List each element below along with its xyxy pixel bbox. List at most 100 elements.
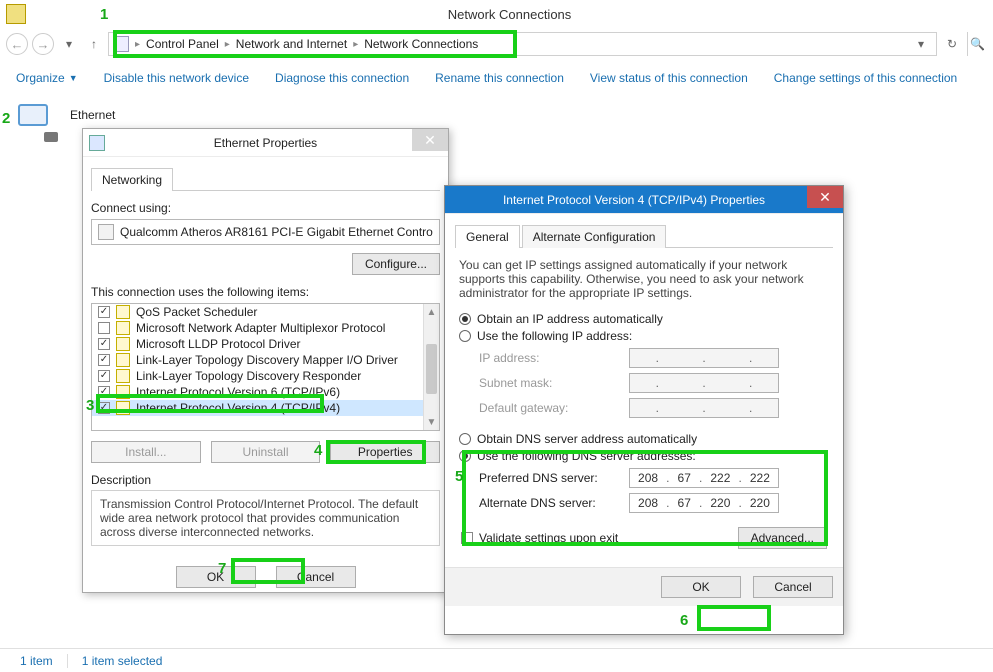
radio-label: Use the following DNS server addresses: [477,449,696,463]
ok-button[interactable]: OK [176,566,256,588]
protocol-label: Link-Layer Topology Discovery Responder [136,369,361,383]
addressbar-dropdown[interactable]: ▾ [910,33,932,55]
chevron-right-icon: ▸ [135,39,140,50]
nic-icon [98,224,114,240]
up-button[interactable]: ↑ [84,34,104,54]
alt-dns-field[interactable]: 208. 67. 220. 220 [629,493,779,513]
chevron-down-icon: ▼ [69,73,78,83]
history-dropdown[interactable]: ▾ [58,33,80,55]
window-title: Network Connections [26,7,993,22]
protocol-label: Internet Protocol Version 4 (TCP/IPv4) [136,401,340,415]
scroll-thumb[interactable] [426,344,437,394]
checkbox-icon[interactable] [98,386,110,398]
network-icon [89,135,105,151]
disable-device-link[interactable]: Disable this network device [104,71,249,85]
rename-link[interactable]: Rename this connection [435,71,564,85]
dialog-title: Internet Protocol Version 4 (TCP/IPv4) P… [445,193,843,207]
forward-button[interactable]: → [32,33,54,55]
protocol-row[interactable]: Internet Protocol Version 6 (TCP/IPv6) [92,384,439,400]
checkbox-icon[interactable] [98,370,110,382]
checkbox-icon[interactable] [98,354,110,366]
status-bar: 1 item 1 item selected [0,648,993,672]
protocol-list[interactable]: QoS Packet SchedulerMicrosoft Network Ad… [91,303,440,431]
pref-dns-label: Preferred DNS server: [479,471,629,485]
dialog-titlebar: Ethernet Properties ✕ [83,129,448,157]
protocol-row[interactable]: Link-Layer Topology Discovery Mapper I/O… [92,352,439,368]
diagnose-link[interactable]: Diagnose this connection [275,71,409,85]
pref-dns-field[interactable]: 208. 67. 222. 222 [629,468,779,488]
ipv4-properties-dialog: Internet Protocol Version 4 (TCP/IPv4) P… [444,185,844,635]
app-icon [6,4,26,24]
change-settings-link[interactable]: Change settings of this connection [774,71,957,85]
selected-count: 1 item selected [82,654,163,668]
adapter-name-text: Qualcomm Atheros AR8161 PCI-E Gigabit Et… [120,225,433,239]
protocol-label: Link-Layer Topology Discovery Mapper I/O… [136,353,398,367]
adapter-name: Ethernet [70,102,115,122]
adapter-field: Qualcomm Atheros AR8161 PCI-E Gigabit Et… [91,219,440,245]
protocol-row[interactable]: Link-Layer Topology Discovery Responder [92,368,439,384]
checkbox-icon[interactable] [98,306,110,318]
connect-using-label: Connect using: [91,201,440,215]
breadcrumb-item[interactable]: Network and Internet [236,37,347,51]
tab-general[interactable]: General [455,225,520,248]
advanced-button[interactable]: Advanced... [738,527,827,549]
validate-checkbox[interactable]: Validate settings upon exit [461,531,618,545]
protocol-icon [116,401,130,415]
breadcrumb-item[interactable]: Control Panel [146,37,219,51]
radio-icon [459,433,471,445]
refresh-button[interactable]: ↻ [941,33,963,55]
checkbox-icon[interactable] [98,322,110,334]
protocol-icon [116,353,130,367]
radio-dns-manual[interactable]: Use the following DNS server addresses: [459,449,829,463]
command-bar: Organize ▼ Disable this network device D… [0,60,993,96]
close-button[interactable]: ✕ [807,186,843,208]
scroll-down-icon[interactable]: ▼ [424,414,439,430]
breadcrumb: ▸ Control Panel ▸ Network and Internet ▸… [108,32,937,56]
item-count: 1 item [20,654,53,668]
tab-strip: General Alternate Configuration [455,224,833,248]
protocol-row[interactable]: QoS Packet Scheduler [92,304,439,320]
back-button[interactable]: ← [6,33,28,55]
scroll-up-icon[interactable]: ▲ [424,304,439,320]
protocol-row[interactable]: Microsoft LLDP Protocol Driver [92,336,439,352]
protocol-icon [116,337,130,351]
tab-networking[interactable]: Networking [91,168,173,191]
install-button[interactable]: Install... [91,441,201,463]
subnet-field: ... [629,373,779,393]
organize-menu[interactable]: Organize ▼ [16,71,78,85]
radio-icon [459,330,471,342]
description-label: Description [91,473,440,487]
radio-dns-auto[interactable]: Obtain DNS server address automatically [459,432,829,446]
breadcrumb-item[interactable]: Network Connections [364,37,478,51]
properties-button[interactable]: Properties [330,441,440,463]
protocol-icon [116,305,130,319]
view-status-link[interactable]: View status of this connection [590,71,748,85]
window-titlebar: Network Connections [0,0,993,28]
scrollbar[interactable]: ▲ ▼ [423,304,439,430]
radio-icon [459,450,471,462]
gateway-label: Default gateway: [479,401,629,415]
ok-button[interactable]: OK [661,576,741,598]
radio-ip-manual[interactable]: Use the following IP address: [459,329,829,343]
uninstall-button[interactable]: Uninstall [211,441,321,463]
radio-label: Use the following IP address: [477,329,632,343]
description-text: Transmission Control Protocol/Internet P… [91,490,440,546]
radio-icon [459,313,471,325]
protocol-row[interactable]: Internet Protocol Version 4 (TCP/IPv4) [92,400,439,416]
protocol-icon [116,385,130,399]
configure-button[interactable]: Configure... [352,253,440,275]
checkbox-icon[interactable] [98,338,110,350]
protocol-row[interactable]: Microsoft Network Adapter Multiplexor Pr… [92,320,439,336]
subnet-label: Subnet mask: [479,376,629,390]
checkbox-icon[interactable] [98,402,110,414]
cancel-button[interactable]: Cancel [753,576,833,598]
ip-address-field: ... [629,348,779,368]
ip-address-label: IP address: [479,351,629,365]
cancel-button[interactable]: Cancel [276,566,356,588]
tab-alternate[interactable]: Alternate Configuration [522,225,667,248]
organize-label: Organize [16,71,65,85]
protocol-label: Internet Protocol Version 6 (TCP/IPv6) [136,385,340,399]
radio-ip-auto[interactable]: Obtain an IP address automatically [459,312,829,326]
search-icon[interactable]: 🔍 [967,32,987,56]
close-button[interactable]: ✕ [412,129,448,151]
